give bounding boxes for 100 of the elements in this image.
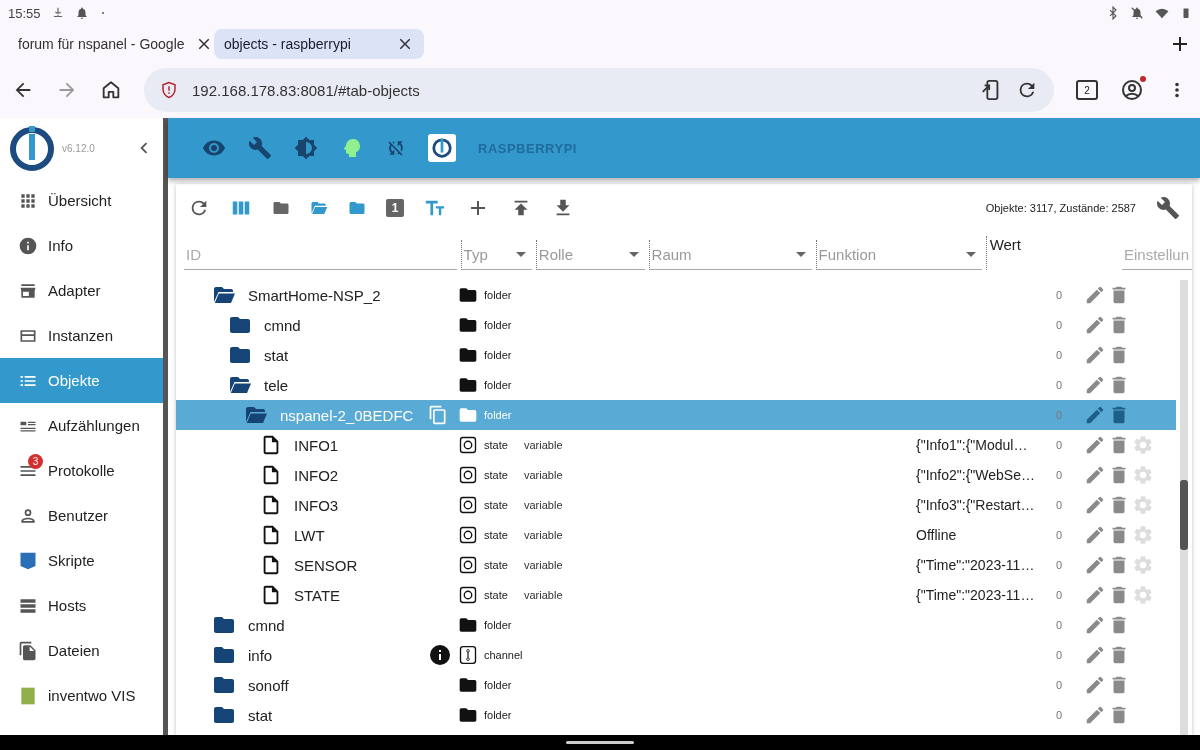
type-label: state bbox=[484, 559, 508, 571]
state-type-icon bbox=[458, 465, 478, 485]
edit-icon[interactable] bbox=[1084, 374, 1106, 396]
brightness-icon[interactable] bbox=[294, 136, 318, 160]
tree-row[interactable]: SENSOR state variable {"Time":"2023-11… 0 bbox=[176, 550, 1176, 580]
edit-icon[interactable] bbox=[1084, 344, 1106, 366]
menu-item-icon bbox=[18, 640, 38, 661]
value-text: {"Info1":{"Modul… bbox=[916, 437, 1028, 453]
type-label: folder bbox=[484, 319, 512, 331]
type-label: state bbox=[484, 499, 508, 511]
value-text: {"Time":"2023-11… bbox=[916, 557, 1035, 573]
edit-icon[interactable] bbox=[1084, 464, 1106, 486]
edit-icon[interactable] bbox=[1084, 434, 1106, 456]
filter-field[interactable]: ID bbox=[184, 240, 457, 270]
address-field[interactable]: 192.168.178.83:8081/#tab-objects bbox=[144, 68, 1054, 112]
iobroker-logo bbox=[8, 123, 56, 173]
sidebar-item[interactable]: Info bbox=[0, 223, 163, 268]
tree-row[interactable]: LWT state variable Offline 0 bbox=[176, 520, 1176, 550]
state-type-icon bbox=[458, 525, 478, 545]
tree-row[interactable]: tele folder 0 bbox=[176, 370, 1176, 400]
tree-row[interactable]: INFO1 state variable {"Info1":{"Modul… 0 bbox=[176, 430, 1176, 460]
state-type-icon bbox=[458, 495, 478, 515]
sidebar-item[interactable]: Aufzählungen bbox=[0, 403, 163, 448]
type-label: folder bbox=[484, 619, 512, 631]
home-icon[interactable] bbox=[100, 79, 122, 101]
edit-icon[interactable] bbox=[1084, 554, 1106, 576]
sidebar-item[interactable]: inventwo VIS bbox=[0, 673, 163, 718]
account-icon[interactable] bbox=[1120, 78, 1144, 102]
browser-tab[interactable]: objects - raspberrypi bbox=[214, 29, 424, 59]
object-name: SENSOR bbox=[294, 556, 358, 574]
depth-number-button[interactable]: 1 bbox=[386, 199, 404, 217]
wrench-icon[interactable] bbox=[1156, 196, 1180, 220]
object-name: cmnd bbox=[264, 316, 301, 334]
edit-icon[interactable] bbox=[1084, 404, 1106, 426]
bell-off-icon bbox=[1130, 6, 1144, 20]
role-label: variable bbox=[524, 469, 563, 481]
sync-off-icon[interactable] bbox=[386, 138, 406, 158]
tree-row[interactable]: stat folder 0 bbox=[176, 700, 1176, 730]
count-text: 0 bbox=[1056, 679, 1063, 691]
edit-icon[interactable] bbox=[1084, 614, 1106, 636]
type-label: state bbox=[484, 439, 508, 451]
folder-type-icon bbox=[458, 615, 478, 635]
sidebar-item[interactable]: Dateien bbox=[0, 628, 163, 673]
browser-tab[interactable]: forum für nspanel - Google bbox=[8, 29, 208, 59]
edit-icon[interactable] bbox=[1084, 644, 1106, 666]
object-name: SmartHome-NSP_2 bbox=[248, 286, 381, 304]
menu-item-icon bbox=[18, 235, 38, 256]
sidebar-item[interactable]: Hosts bbox=[0, 583, 163, 628]
filter-field[interactable]: Einstellun bbox=[1122, 240, 1192, 270]
sidebar-item[interactable]: Skripte bbox=[0, 538, 163, 583]
object-name: sonoff bbox=[248, 676, 289, 694]
count-text: 0 bbox=[1056, 649, 1063, 661]
object-name: tele bbox=[264, 376, 289, 394]
tree-row[interactable]: SmartHome-NSP_2 folder 0 bbox=[176, 280, 1176, 310]
copy-icon[interactable] bbox=[428, 405, 448, 425]
object-name: info bbox=[248, 646, 273, 664]
sidebar-item[interactable]: Benutzer bbox=[0, 493, 163, 538]
type-label: folder bbox=[484, 409, 512, 421]
tree-row[interactable]: cmnd folder 0 bbox=[176, 610, 1176, 640]
sidebar-item[interactable]: Instanzen bbox=[0, 313, 163, 358]
tree-row[interactable]: cmnd folder 0 bbox=[176, 310, 1176, 340]
edit-icon[interactable] bbox=[1084, 584, 1106, 606]
tree-row[interactable]: sonoff folder 0 bbox=[176, 670, 1176, 700]
tree-row[interactable]: info channel 0 bbox=[176, 640, 1176, 670]
edit-icon[interactable] bbox=[1084, 284, 1106, 306]
object-stats: Objekte: 3117, Zustände: 2587 bbox=[985, 202, 1136, 214]
tab-switcher-button[interactable]: 2 bbox=[1076, 80, 1098, 100]
object-name: INFO2 bbox=[294, 466, 339, 484]
edit-icon[interactable] bbox=[1084, 314, 1106, 336]
count-text: 0 bbox=[1056, 499, 1063, 511]
version-label: v6.12.0 bbox=[62, 142, 96, 154]
role-label: variable bbox=[524, 559, 563, 571]
sidebar-item[interactable]: Adapter bbox=[0, 268, 163, 313]
home-handle[interactable] bbox=[566, 741, 634, 744]
sidebar-item[interactable]: Übersicht bbox=[0, 178, 163, 223]
role-label: variable bbox=[524, 589, 563, 601]
type-label: folder bbox=[484, 379, 512, 391]
wrench-icon[interactable] bbox=[248, 136, 272, 160]
info-icon[interactable] bbox=[428, 643, 452, 667]
count-badge: 3 bbox=[28, 454, 43, 469]
tree-row[interactable]: INFO3 state variable {"Info3":{"Restart… 0 bbox=[176, 490, 1176, 520]
dropdown-caret-icon bbox=[515, 252, 526, 257]
folder-icon[interactable] bbox=[272, 199, 290, 217]
edit-icon[interactable] bbox=[1084, 524, 1106, 546]
count-text: 0 bbox=[1056, 409, 1063, 421]
folder-type-icon bbox=[458, 345, 478, 365]
edit-icon[interactable] bbox=[1084, 494, 1106, 516]
tree-row[interactable]: STATE state variable {"Time":"2023-11… 0 bbox=[176, 580, 1176, 610]
sidebar-item[interactable]: Protokolle 3 bbox=[0, 448, 163, 493]
tree-row[interactable]: INFO2 state variable {"Info2":{"WebSe… 0 bbox=[176, 460, 1176, 490]
folder-type-icon bbox=[458, 315, 478, 335]
object-name: stat bbox=[248, 706, 273, 724]
edit-icon[interactable] bbox=[1084, 704, 1106, 726]
dropdown-caret-icon bbox=[795, 252, 806, 257]
value-text: {"Info3":{"Restart… bbox=[916, 497, 1035, 513]
tree-row[interactable]: stat folder 0 bbox=[176, 340, 1176, 370]
scrollbar[interactable] bbox=[1180, 280, 1188, 735]
edit-icon[interactable] bbox=[1084, 674, 1106, 696]
object-name: cmnd bbox=[248, 616, 285, 634]
column-label: Wert bbox=[985, 236, 1118, 270]
